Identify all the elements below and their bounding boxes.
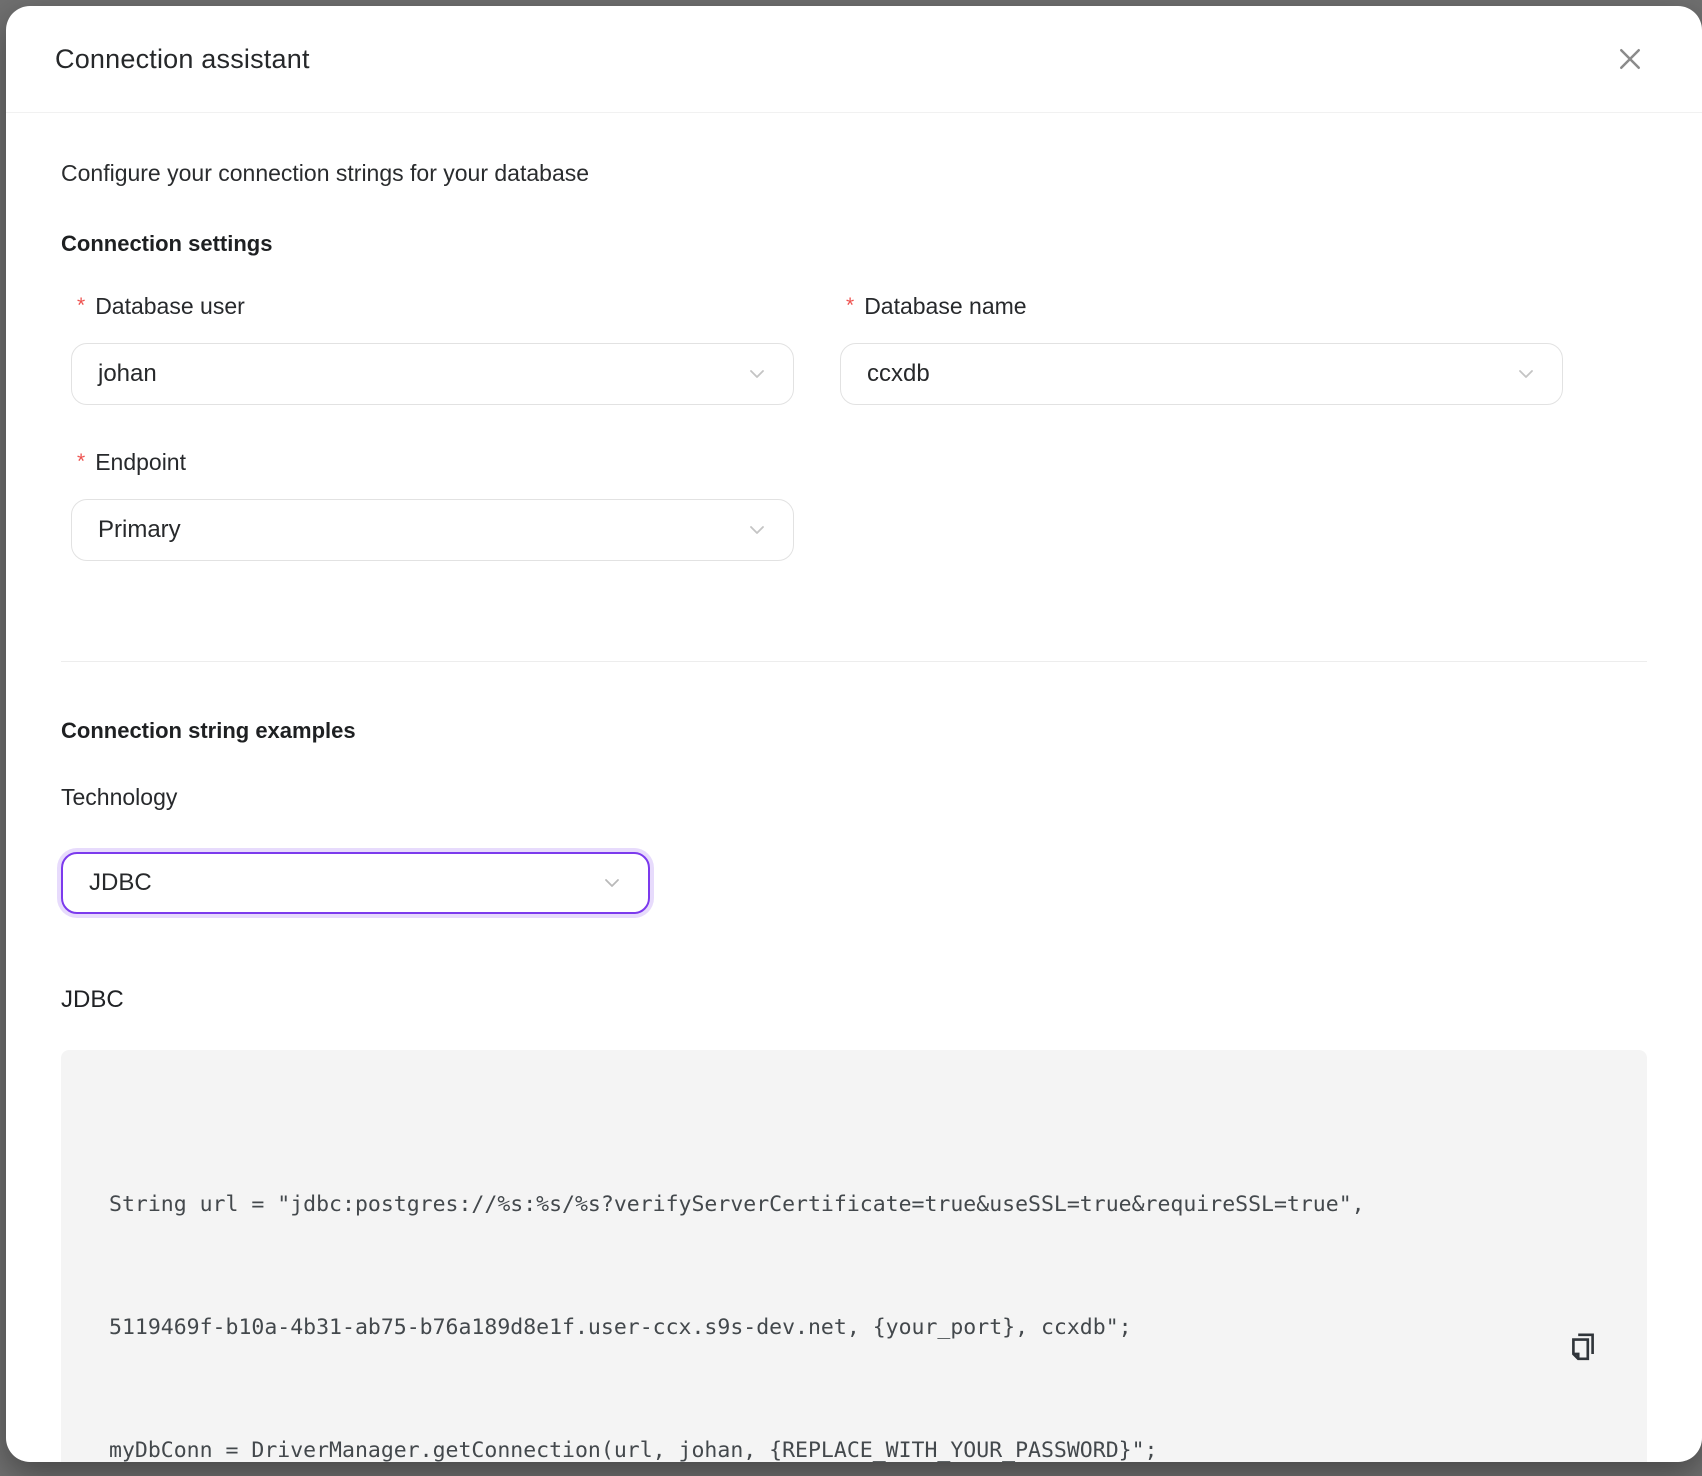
connection-string-examples-heading: Connection string examples [61, 716, 1647, 746]
dialog-description: Configure your connection strings for yo… [61, 157, 1647, 189]
technology-label: Technology [61, 782, 1647, 812]
database-user-value: johan [98, 360, 157, 388]
dialog-header: Connection assistant [6, 6, 1702, 113]
database-user-select[interactable]: johan [71, 343, 794, 405]
database-name-value: ccxdb [867, 360, 930, 388]
database-user-label: * Database user [71, 291, 794, 323]
chevron-down-icon [745, 362, 769, 386]
technology-select[interactable]: JDBC [61, 852, 650, 914]
endpoint-value: Primary [98, 516, 181, 544]
endpoint-label: * Endpoint [71, 447, 794, 479]
code-line: String url = "jdbc:postgres://%s:%s/%s?v… [109, 1184, 1527, 1225]
database-user-field: * Database user johan [71, 291, 794, 405]
copy-button[interactable] [1561, 1326, 1605, 1370]
required-asterisk: * [846, 291, 854, 321]
database-name-field: * Database name ccxdb [840, 291, 1563, 405]
code-line: myDbConn = DriverManager.getConnection(u… [109, 1430, 1527, 1462]
jdbc-example-title: JDBC [61, 984, 1647, 1016]
section-divider [61, 661, 1647, 662]
close-icon [1615, 44, 1645, 74]
technology-value: JDBC [89, 869, 152, 897]
database-name-label: * Database name [840, 291, 1563, 323]
chevron-down-icon [745, 518, 769, 542]
chevron-down-icon [600, 871, 624, 895]
dialog-close-button[interactable] [1610, 39, 1650, 79]
code-line: 5119469f-b10a-4b31-ab75-b76a189d8e1f.use… [109, 1307, 1527, 1348]
endpoint-field: * Endpoint Primary [71, 447, 794, 561]
dialog-title: Connection assistant [55, 44, 310, 75]
required-asterisk: * [77, 447, 85, 477]
copy-icon [1567, 1330, 1599, 1366]
endpoint-select[interactable]: Primary [71, 499, 794, 561]
connection-settings-heading: Connection settings [61, 229, 1647, 259]
connection-assistant-dialog: Connection assistant Configure your conn… [6, 6, 1702, 1462]
chevron-down-icon [1514, 362, 1538, 386]
connection-settings-fields: * Database user johan * Database name cc… [61, 291, 1647, 561]
connection-string-code-block: String url = "jdbc:postgres://%s:%s/%s?v… [61, 1050, 1647, 1462]
required-asterisk: * [77, 291, 85, 321]
dialog-body: Configure your connection strings for yo… [6, 113, 1702, 1462]
database-name-select[interactable]: ccxdb [840, 343, 1563, 405]
